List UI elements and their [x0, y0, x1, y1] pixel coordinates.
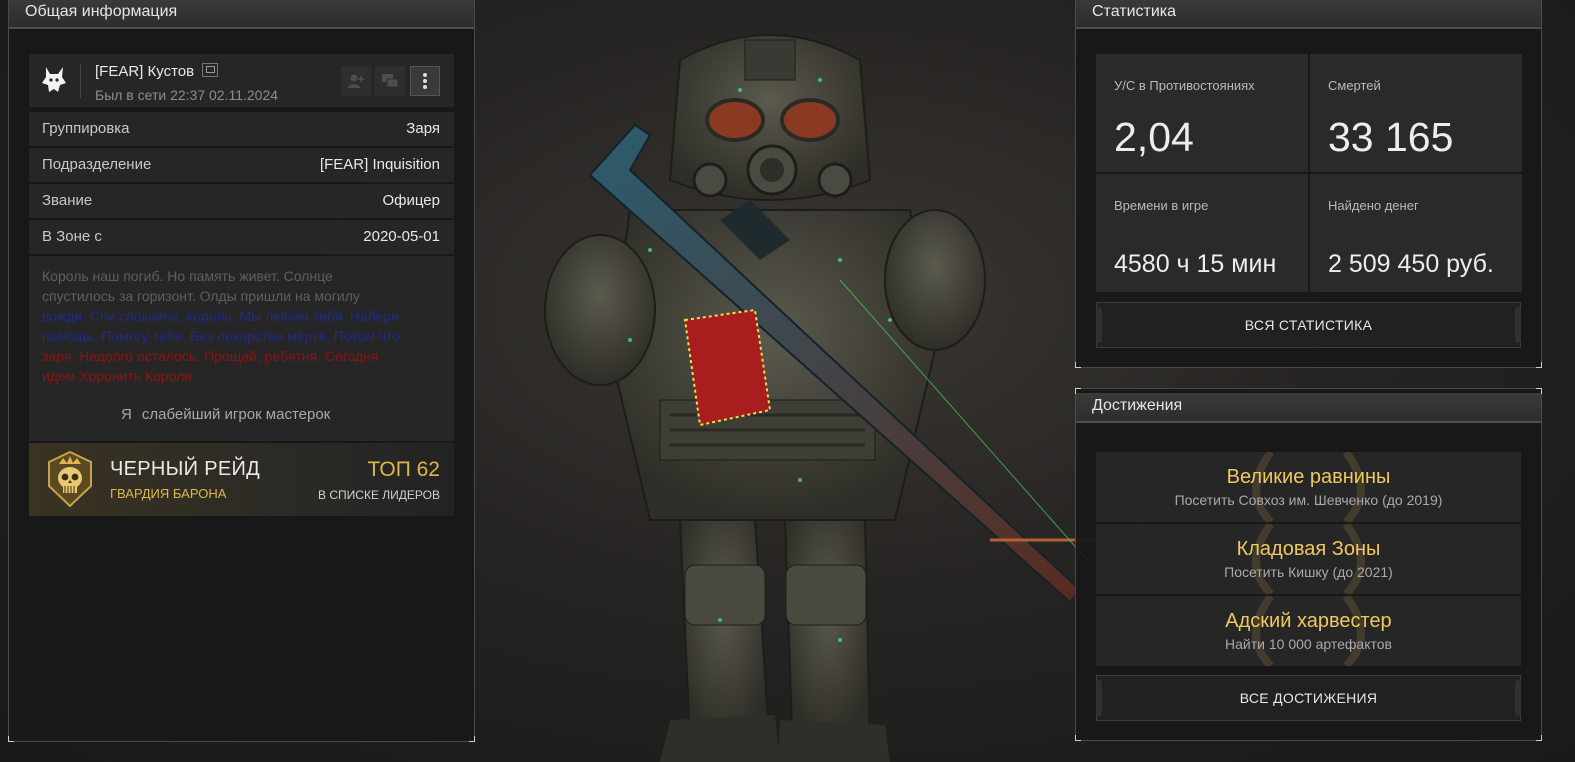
bio-status-text: слабейший игрок мастерок	[141, 406, 331, 423]
bio-line: помощь. Помогу тебе. Без лекарства мёртв…	[42, 328, 401, 344]
statistics-panel: Статистика У/С в Противостояниях 2,04 См…	[1075, 0, 1542, 368]
achievement-item[interactable]: Кладовая Зоны Посетить Кишку (до 2021)	[1096, 524, 1521, 594]
add-friend-button[interactable]	[341, 66, 371, 96]
all-achievements-label: ВСЕ ДОСТИЖЕНИЯ	[1239, 690, 1378, 706]
info-value: Заря	[406, 120, 440, 137]
raid-title: ЧЕРНЫЙ РЕЙД	[110, 458, 260, 480]
frame-corner	[8, 736, 14, 742]
stat-kd: У/С в Противостояниях 2,04	[1096, 54, 1308, 172]
info-row-zone-since: В Зоне с 2020-05-01	[29, 220, 454, 254]
achievements-panel: Достижения Великие равнины Посетить Совх…	[1075, 388, 1542, 741]
info-value: 2020-05-01	[363, 228, 440, 245]
stat-label: У/С в Противостояниях	[1114, 78, 1255, 93]
frame-corner	[1075, 388, 1081, 394]
wolf-icon	[39, 64, 69, 96]
stat-money-found: Найдено денег 2 509 450 руб.	[1310, 174, 1522, 292]
all-achievements-button[interactable]: ВСЕ ДОСТИЖЕНИЯ	[1096, 675, 1521, 721]
all-statistics-label: ВСЯ СТАТИСТИКА	[1244, 317, 1373, 333]
chat-icon	[382, 74, 399, 88]
stat-label: Смертей	[1328, 78, 1381, 93]
info-value[interactable]: [FEAR] Inquisition	[320, 148, 440, 182]
stat-value: 2,04	[1114, 114, 1194, 160]
raid-subtitle: ГВАРДИЯ БАРОНА	[110, 486, 227, 501]
achievement-desc: Найти 10 000 артефактов	[1225, 636, 1392, 652]
stat-value: 2 509 450 руб.	[1328, 250, 1494, 278]
bio-status-char: Я	[121, 406, 132, 423]
general-info-panel: Общая информация [FEAR] Кустов Был в сет…	[8, 0, 475, 742]
achievement-item[interactable]: Великие равнины Посетить Совхоз им. Шевч…	[1096, 452, 1521, 522]
message-button[interactable]	[375, 66, 405, 96]
info-row-faction: Группировка Заря	[29, 112, 454, 146]
add-friend-icon	[348, 74, 364, 88]
stat-value: 33 165	[1328, 114, 1454, 160]
info-key: Подразделение	[42, 156, 152, 173]
more-options-button[interactable]	[410, 66, 440, 96]
stat-playtime: Времени в игре 4580 ч 15 мин	[1096, 174, 1308, 292]
skull-crown-icon	[48, 450, 92, 508]
player-bio: Король наш погиб. Но память живет. Солнц…	[29, 256, 454, 441]
bio-line: спустилось за горизонт. Олды пришли на м…	[42, 288, 360, 304]
bio-status: Яслабейший игрок мастерок	[121, 405, 330, 425]
copy-icon[interactable]	[202, 63, 219, 77]
character-model[interactable]	[540, 20, 1100, 762]
stat-deaths: Смертей 33 165	[1310, 54, 1522, 172]
achievement-desc: Посетить Совхоз им. Шевченко (до 2019)	[1174, 492, 1443, 508]
player-name-row: [FEAR] Кустов	[95, 63, 219, 80]
black-raid-card[interactable]: ЧЕРНЫЙ РЕЙД ГВАРДИЯ БАРОНА ТОП 62 В СПИС…	[29, 443, 454, 516]
frame-corner	[1075, 362, 1081, 368]
achievement-title: Кладовая Зоны	[1236, 538, 1381, 560]
button-cap	[1096, 307, 1102, 343]
more-vertical-icon	[423, 73, 427, 89]
general-info-title: Общая информация	[9, 0, 474, 29]
stat-label: Найдено денег	[1328, 198, 1419, 213]
achievement-title: Адский харвестер	[1225, 610, 1392, 632]
frame-corner	[1536, 362, 1542, 368]
info-key: Звание	[42, 192, 93, 209]
bio-line: идем Хоронить Короля.	[42, 368, 196, 384]
achievement-title: Великие равнины	[1226, 466, 1391, 488]
frame-corner	[469, 736, 475, 742]
stat-label: Времени в игре	[1114, 198, 1209, 213]
raid-rank: ТОП 62	[367, 458, 440, 481]
button-cap	[1515, 680, 1521, 716]
info-key: Группировка	[42, 120, 130, 137]
bio-line: вождя. Спи спокойно, король. Мы любим те…	[42, 308, 400, 324]
info-key: В Зоне с	[42, 228, 102, 245]
info-row-division: Подразделение [FEAR] Inquisition	[29, 148, 454, 182]
info-row-rank: Звание Офицер	[29, 184, 454, 218]
button-cap	[1096, 680, 1102, 716]
player-card: [FEAR] Кустов Был в сети 22:37 02.11.202…	[29, 54, 454, 108]
all-statistics-button[interactable]: ВСЯ СТАТИСТИКА	[1096, 302, 1521, 348]
achievement-item[interactable]: Адский харвестер Найти 10 000 артефактов	[1096, 596, 1521, 666]
frame-corner	[1536, 388, 1542, 394]
frame-corner	[1075, 735, 1081, 741]
achievements-title: Достижения	[1076, 393, 1541, 423]
info-value: Офицер	[382, 192, 441, 209]
stat-value: 4580 ч 15 мин	[1114, 250, 1277, 278]
player-name: [FEAR] Кустов	[95, 63, 195, 80]
last-online: Был в сети 22:37 02.11.2024	[95, 87, 279, 103]
divider	[80, 64, 81, 98]
frame-corner	[1536, 735, 1542, 741]
bio-line: заря. Недолго осталось. Прощай, ребятня.…	[42, 348, 379, 364]
statistics-title: Статистика	[1076, 0, 1541, 29]
button-cap	[1515, 307, 1521, 343]
achievement-desc: Посетить Кишку (до 2021)	[1224, 564, 1393, 580]
raid-rank-label: В СПИСКЕ ЛИДЕРОВ	[318, 488, 440, 502]
bio-line: Король наш погиб. Но память живет. Солнц…	[42, 268, 333, 284]
